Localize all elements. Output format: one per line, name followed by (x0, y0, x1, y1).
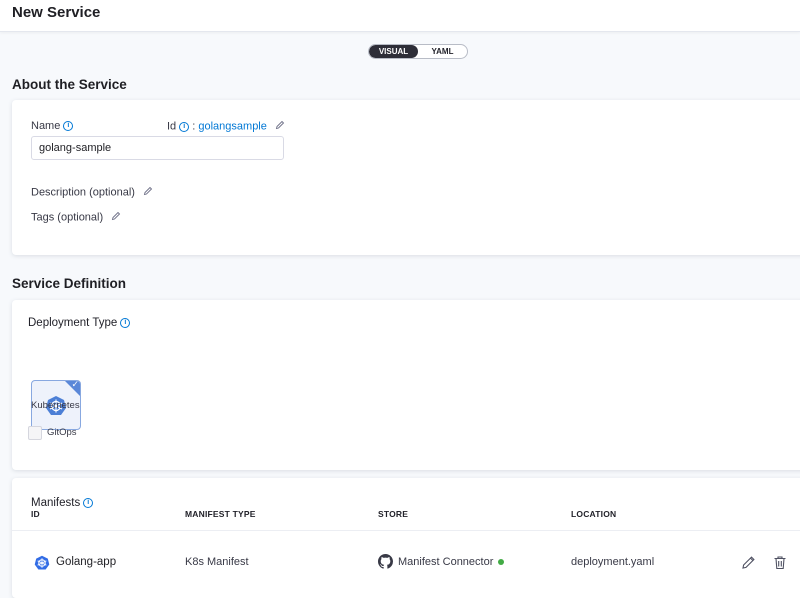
visual-tab[interactable]: VISUAL (369, 45, 418, 58)
check-icon: ✓ (71, 380, 79, 389)
manifests-card: Manifests i ID MANIFEST TYPE STORE LOCATI… (12, 478, 800, 598)
gitops-label: GitOps (47, 427, 77, 438)
deployment-type-label: Deployment Type i (28, 317, 131, 329)
gitops-checkbox[interactable] (28, 426, 42, 440)
name-label: Name i (31, 120, 74, 132)
manifest-type: K8s Manifest (185, 556, 249, 568)
kubernetes-label: Kubernetes (31, 400, 80, 411)
id-info-icon[interactable]: i (179, 121, 190, 132)
manifests-title: Manifests i (31, 497, 94, 509)
column-header-id: ID (31, 509, 40, 519)
manifest-kubernetes-icon (34, 555, 50, 574)
name-info-icon[interactable]: i (63, 121, 74, 132)
github-icon (378, 554, 393, 572)
column-header-store: STORE (378, 509, 409, 519)
table-divider (12, 530, 800, 531)
edit-description-icon[interactable] (143, 186, 153, 199)
view-toggle[interactable]: VISUAL YAML (368, 44, 468, 59)
edit-manifest-icon[interactable] (741, 555, 756, 575)
manifest-location: deployment.yaml (571, 556, 655, 568)
connector-status-dot (498, 559, 505, 566)
edit-tags-icon[interactable] (111, 211, 121, 224)
manifest-store: Manifest Connector (398, 556, 505, 568)
id-value: golangsample (198, 120, 267, 133)
manifests-info-icon[interactable]: i (83, 497, 94, 508)
manifest-id: Golang-app (56, 556, 117, 568)
yaml-tab[interactable]: YAML (418, 45, 467, 58)
column-header-manifest-type: MANIFEST TYPE (185, 509, 256, 519)
page-header: New Service (0, 0, 800, 32)
deployment-type-info-icon[interactable]: i (120, 317, 131, 328)
about-card: Name i Id i : golangsample golang-sample D… (12, 100, 800, 255)
delete-manifest-icon[interactable] (773, 555, 787, 575)
id-field: Id i : golangsample (167, 120, 285, 133)
name-input[interactable]: golang-sample (31, 136, 284, 160)
service-definition-title: Service Definition (12, 276, 127, 291)
edit-id-icon[interactable] (275, 120, 285, 133)
page-title: New Service (12, 4, 101, 21)
description-field[interactable]: Description (optional) (31, 186, 153, 199)
tags-field[interactable]: Tags (optional) (31, 211, 121, 224)
service-definition-card: Deployment Type i ✓ Kubernetes GitOps (12, 300, 800, 470)
column-header-location: LOCATION (571, 509, 617, 519)
about-section-title: About the Service (12, 77, 127, 92)
